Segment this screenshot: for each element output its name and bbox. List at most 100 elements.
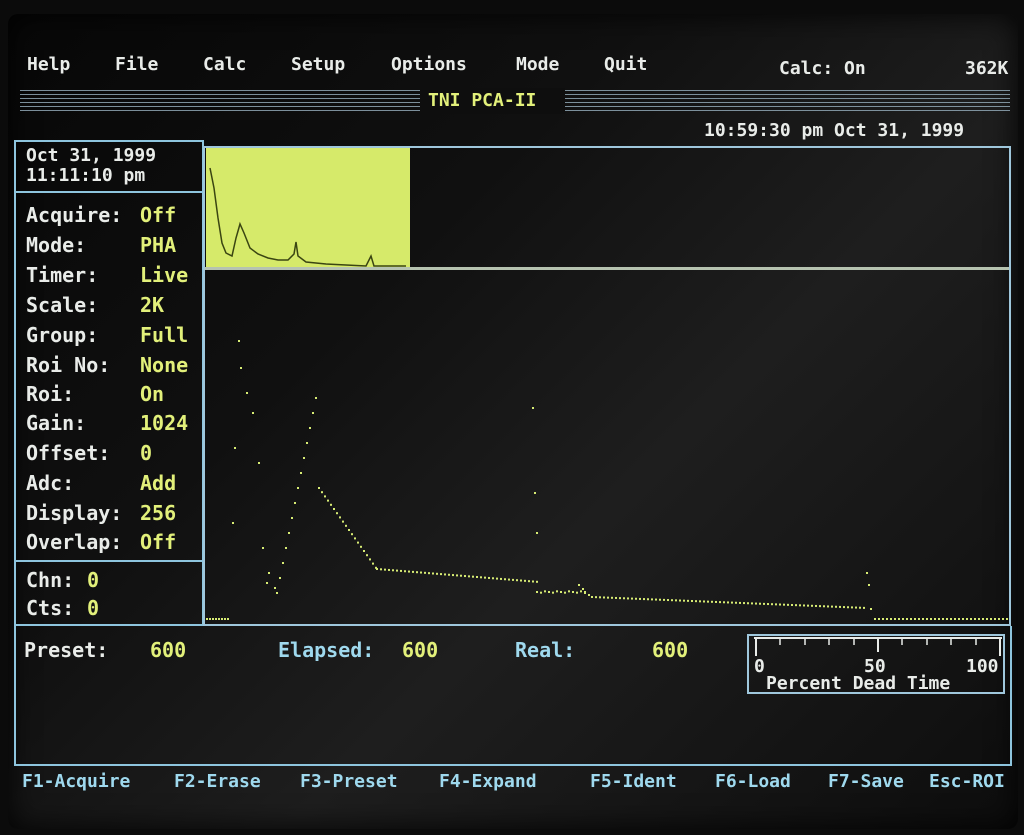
spectrum-dot bbox=[388, 568, 390, 571]
spectrum-dot bbox=[234, 447, 236, 449]
spectrum-dot bbox=[224, 618, 226, 620]
panel-divider-top bbox=[14, 191, 204, 193]
spectrum-dot bbox=[504, 578, 506, 581]
spectrum-dot bbox=[723, 601, 725, 604]
spectrum-dot bbox=[942, 618, 944, 620]
spectrum-dot bbox=[870, 608, 872, 610]
param-label: Adc: bbox=[26, 471, 75, 495]
spectrum-dot bbox=[699, 600, 701, 603]
f2-erase-key[interactable]: F2-Erase bbox=[174, 772, 261, 792]
spectrum-dot bbox=[635, 597, 637, 600]
spectrum-dot bbox=[978, 618, 980, 620]
real-value: 600 bbox=[652, 638, 689, 662]
elapsed-label: Elapsed: bbox=[278, 638, 375, 662]
spectrum-dot bbox=[831, 605, 833, 608]
spectrum-dot bbox=[440, 573, 442, 576]
menu-calc[interactable]: Calc bbox=[203, 55, 246, 75]
spectrum-dot bbox=[623, 597, 625, 600]
param-label: Roi: bbox=[26, 382, 75, 406]
spectrum-dot bbox=[926, 618, 928, 620]
spectrum-dot bbox=[767, 603, 769, 606]
spectrum-dot bbox=[675, 599, 677, 602]
overview-spectrum-trace bbox=[209, 167, 406, 267]
dead-time-tick-0: 0 bbox=[754, 656, 765, 677]
spectrum-dot bbox=[966, 618, 968, 620]
menu-quit[interactable]: Quit bbox=[604, 55, 647, 75]
param-label: Display: bbox=[26, 501, 123, 525]
spectrum-dot bbox=[300, 472, 302, 474]
spectrum-dot bbox=[779, 603, 781, 606]
spectrum-dot bbox=[859, 606, 861, 609]
f6-load-key[interactable]: F6-Load bbox=[715, 772, 791, 792]
spectrum-dot bbox=[444, 573, 446, 576]
spectrum-dot bbox=[540, 591, 542, 594]
spectrum-dot bbox=[345, 524, 347, 527]
menu-file[interactable]: File bbox=[115, 55, 158, 75]
spectrum-dot bbox=[719, 601, 721, 604]
spectrum-dot bbox=[240, 367, 242, 369]
spectrum-dot bbox=[687, 599, 689, 602]
spectrum-dot bbox=[691, 600, 693, 602]
spectrum-dot bbox=[578, 584, 580, 586]
clock: 10:59:30 pm Oct 31, 1999 bbox=[704, 120, 965, 141]
spectrum-dot bbox=[990, 618, 992, 620]
spectrum-dot bbox=[209, 618, 211, 620]
spectrum-dot bbox=[747, 602, 749, 605]
spectrum-dot bbox=[643, 598, 645, 601]
spectrum-dot bbox=[297, 487, 299, 489]
spectrum-dot bbox=[534, 492, 536, 494]
spectrum-dot bbox=[799, 604, 801, 607]
spectrum-dot bbox=[835, 605, 837, 608]
f1-acquire-key[interactable]: F1-Acquire bbox=[22, 772, 130, 792]
spectrum-dot bbox=[476, 576, 478, 578]
menu-setup[interactable]: Setup bbox=[291, 55, 345, 75]
menu-help[interactable]: Help bbox=[27, 55, 70, 75]
spectrum-dot bbox=[922, 618, 924, 620]
param-label: Mode: bbox=[26, 233, 87, 257]
spectrum-dot bbox=[659, 598, 661, 601]
param-value: 256 bbox=[140, 501, 177, 525]
param-label: Acquire: bbox=[26, 203, 123, 227]
f5-ident-key[interactable]: F5-Ident bbox=[590, 772, 677, 792]
spectrum-dot bbox=[420, 571, 422, 574]
spectrum-dot bbox=[946, 618, 948, 620]
spectrum-dot bbox=[863, 606, 865, 609]
spectrum-dot bbox=[512, 578, 514, 581]
spectrum-dot bbox=[524, 579, 526, 582]
spectrum-dot bbox=[787, 603, 789, 606]
spectrum-dot bbox=[536, 591, 538, 593]
spectrum-dot bbox=[667, 599, 669, 602]
spectrum-dot bbox=[894, 618, 896, 620]
spectrum-dot bbox=[898, 618, 900, 620]
spectrum-dot bbox=[811, 604, 813, 607]
param-label: Offset: bbox=[26, 441, 111, 465]
spectrum-dot bbox=[568, 590, 570, 593]
spectrum-dot bbox=[823, 605, 825, 608]
esc-roi-key[interactable]: Esc-ROI bbox=[929, 772, 1005, 792]
spectrum-dot bbox=[363, 550, 365, 552]
f4-expand-key[interactable]: F4-Expand bbox=[439, 772, 537, 792]
spectrum-dot bbox=[488, 576, 490, 579]
spectrum-dot bbox=[312, 412, 314, 414]
spectrum-dot bbox=[874, 618, 876, 620]
spectrum-dot bbox=[671, 599, 673, 602]
spectrum-dot bbox=[851, 606, 853, 609]
spectrum-dot bbox=[759, 602, 761, 605]
spectrum-dot bbox=[839, 605, 841, 608]
menu-options[interactable]: Options bbox=[391, 55, 467, 75]
spectrum-dot bbox=[584, 592, 586, 594]
spectrum-dot bbox=[695, 600, 697, 603]
f7-save-key[interactable]: F7-Save bbox=[828, 772, 904, 792]
app-title: TNI PCA-II bbox=[428, 90, 537, 111]
param-value: 2K bbox=[140, 293, 165, 317]
spectrum-dot bbox=[456, 574, 458, 577]
dead-time-scale bbox=[754, 637, 1002, 656]
spectrum-dot bbox=[986, 618, 988, 620]
spectrum-dot bbox=[369, 558, 371, 561]
spectrum-dot bbox=[743, 602, 745, 605]
spectrum-dot bbox=[484, 576, 486, 579]
menu-mode[interactable]: Mode bbox=[516, 55, 559, 75]
f3-preset-key[interactable]: F3-Preset bbox=[300, 772, 398, 792]
spectrum-dot bbox=[564, 591, 566, 594]
spectrum-dot bbox=[436, 572, 438, 575]
